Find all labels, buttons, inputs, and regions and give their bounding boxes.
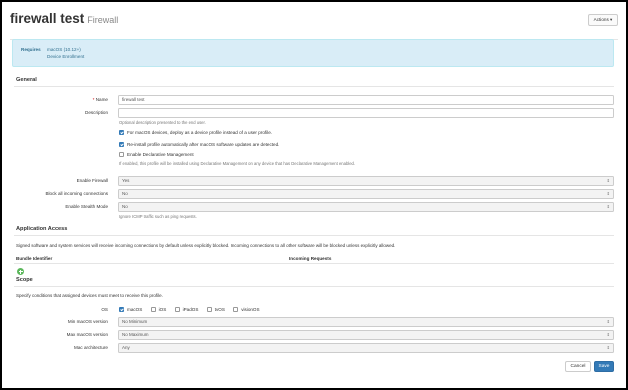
checkbox-checked[interactable] (119, 307, 124, 312)
checkbox-checked[interactable] (119, 130, 124, 135)
os-option-ipados[interactable]: iPadOS (174, 307, 199, 312)
section-divider (14, 86, 614, 87)
enable-firewall-label: Enable Firewall (76, 178, 108, 183)
select-value: Yes (122, 178, 130, 183)
requirement-item: macOS (10.12+) (47, 47, 81, 52)
select-arrows-icon: ⇕ (606, 345, 610, 350)
requirements-alert: Requires macOS (10.12+) Device Enrollmen… (12, 39, 614, 67)
select-arrows-icon: ⇕ (606, 204, 610, 209)
os-options: macOS iOS iPadOS tvOS visionOS (119, 307, 267, 312)
application-access-section-title: Application Access (16, 226, 68, 232)
reinstall-checkbox[interactable]: Re-install profile automatically after m… (119, 142, 279, 147)
os-option-label: iPadOS (182, 307, 199, 312)
name-input[interactable]: firewall test (118, 95, 614, 105)
page-title: firewall test Firewall (10, 11, 118, 26)
checkbox-label: For macOS devices, deploy as a device pr… (127, 130, 273, 135)
stealth-mode-help: Ignore ICMP traffic such as ping request… (119, 214, 197, 219)
name-label-text: Name (95, 97, 108, 102)
os-label: OS (101, 307, 108, 312)
device-profile-checkbox[interactable]: For macOS devices, deploy as a device pr… (119, 130, 272, 135)
checkbox-unchecked[interactable] (233, 307, 239, 312)
mac-architecture-label: Mac architecture (74, 345, 108, 350)
application-access-description: Signed software and system services will… (16, 243, 396, 248)
description-label: Description (85, 110, 108, 115)
select-arrows-icon: ⇕ (606, 191, 610, 196)
os-option-label: visionOS (241, 307, 260, 312)
scope-section-title: Scope (16, 277, 33, 283)
min-macos-label: Min macOS version (67, 319, 108, 324)
os-option-label: iOS (158, 307, 167, 312)
select-arrows-icon: ⇕ (606, 319, 610, 324)
general-section-title: General (16, 77, 37, 83)
select-value: No (122, 191, 128, 196)
os-option-macos[interactable]: macOS (119, 307, 142, 312)
stealth-mode-label: Enable Stealth Mode (65, 204, 108, 209)
mac-architecture-select[interactable]: Any ⇕ (118, 343, 614, 353)
select-value: Any (122, 345, 130, 350)
enable-firewall-select[interactable]: Yes ⇕ (118, 176, 614, 186)
stealth-mode-select[interactable]: No ⇕ (118, 202, 614, 212)
os-option-ios[interactable]: iOS (150, 307, 167, 312)
checkbox-unchecked[interactable] (150, 307, 156, 312)
max-macos-select[interactable]: No Maximum ⇕ (118, 330, 614, 340)
checkbox-unchecked[interactable] (119, 152, 124, 157)
name-label: * Name (93, 97, 108, 102)
table-header-divider (14, 263, 614, 264)
save-button[interactable]: Save (594, 361, 614, 372)
profile-name-title: firewall test (10, 11, 85, 26)
block-incoming-label: Block all incoming connections (45, 191, 108, 196)
os-option-label: macOS (127, 307, 143, 312)
description-help: Optional description presented to the en… (119, 120, 206, 125)
description-input[interactable] (118, 108, 614, 118)
required-mark: * (92, 97, 95, 102)
actions-dropdown-button[interactable]: Actions ▾ (588, 14, 618, 26)
select-arrows-icon: ⇕ (606, 332, 610, 337)
profile-editor-window: firewall test Firewall Actions ▾ Requires… (2, 2, 626, 388)
declarative-help: If enabled, this profile will be install… (119, 161, 356, 166)
incoming-requests-header: Incoming Requests (289, 256, 332, 261)
block-incoming-select[interactable]: No ⇕ (118, 189, 614, 199)
section-divider (14, 235, 614, 236)
checkbox-checked[interactable] (119, 142, 124, 147)
declarative-checkbox[interactable]: Enable Declarative Management (119, 152, 194, 157)
requires-label: Requires (21, 47, 41, 52)
page-header: firewall test Firewall Actions ▾ (10, 11, 618, 40)
requirement-item: Device Enrollment (47, 54, 85, 59)
profile-type-subtitle: Firewall (87, 15, 119, 25)
select-value: No (122, 204, 128, 209)
section-divider (14, 286, 614, 287)
select-value: No Maximum (122, 332, 149, 337)
min-macos-select[interactable]: No Minimum ⇕ (118, 317, 614, 327)
select-value: No Minimum (122, 319, 148, 324)
os-option-label: tvOS (214, 307, 225, 312)
add-rule-icon[interactable] (17, 268, 24, 275)
checkbox-unchecked[interactable] (206, 307, 212, 312)
bundle-identifier-header: Bundle Identifier (16, 256, 53, 261)
checkbox-unchecked[interactable] (174, 307, 180, 312)
max-macos-label: Max macOS version (66, 332, 108, 337)
os-option-visionos[interactable]: visionOS (233, 307, 260, 312)
scope-description: Specify conditions that assigned devices… (16, 293, 163, 298)
cancel-button[interactable]: Cancel (565, 361, 591, 372)
checkbox-label: Enable Declarative Management (127, 152, 194, 157)
checkbox-label: Re-install profile automatically after m… (127, 142, 280, 147)
select-arrows-icon: ⇕ (606, 178, 610, 183)
os-option-tvos[interactable]: tvOS (206, 307, 225, 312)
